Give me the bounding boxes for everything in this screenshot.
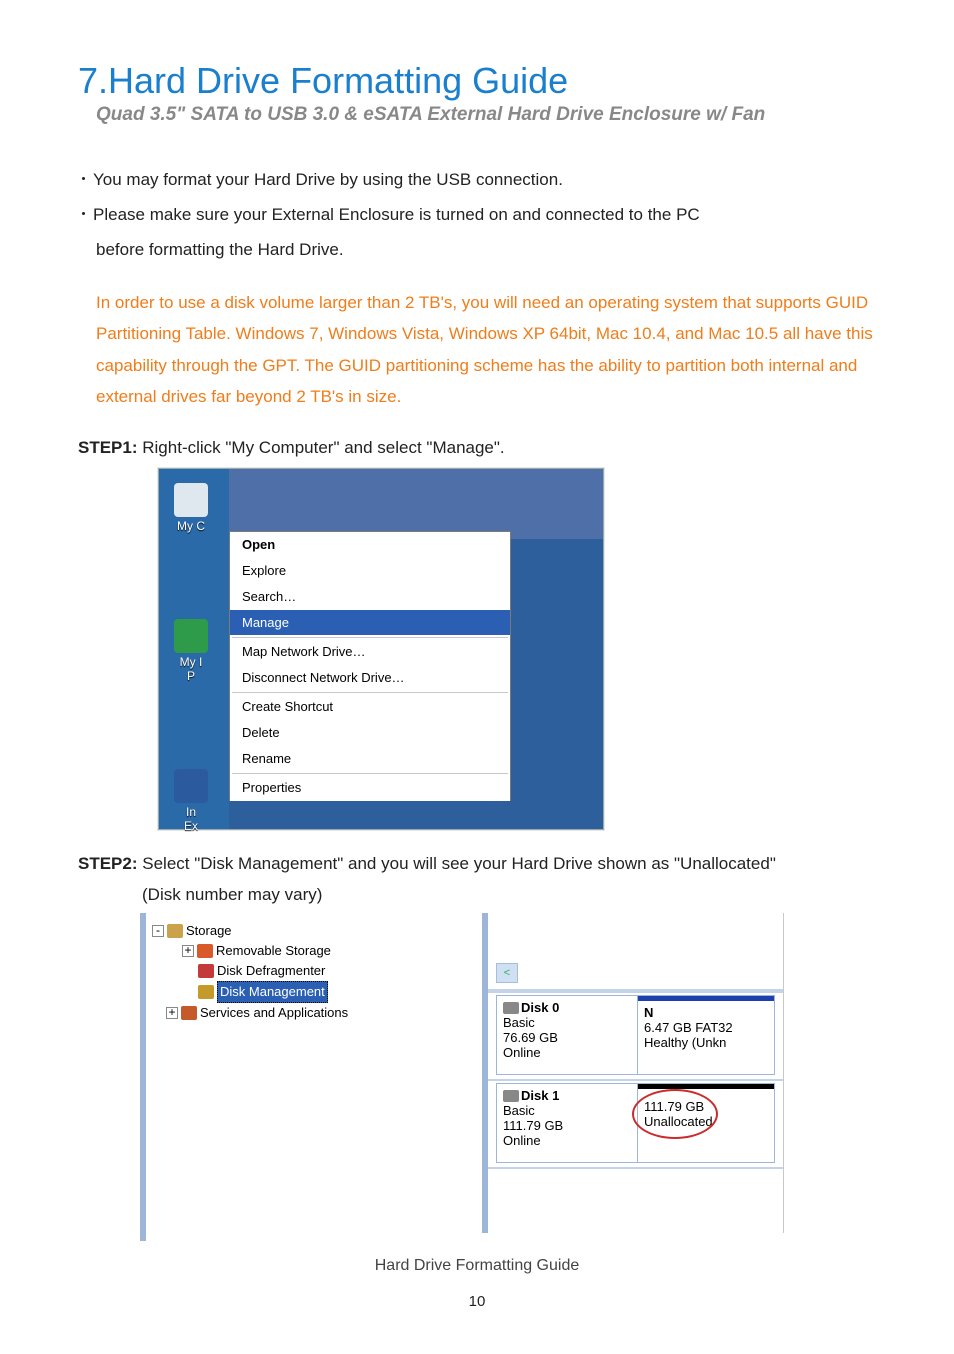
disk-icon [503, 1002, 519, 1014]
highlight-circle-icon [632, 1089, 718, 1139]
step2-continuation: (Disk number may vary) [142, 885, 876, 905]
bullet-dot-icon [82, 212, 85, 215]
disk1-title: Disk 1 [521, 1088, 559, 1103]
browser-icon [174, 769, 208, 803]
disk0-type: Basic [503, 1015, 631, 1030]
ie-icon[interactable]: In Ex [171, 769, 211, 833]
icon-label: In Ex [171, 805, 211, 833]
menu-separator [232, 773, 508, 774]
menu-delete[interactable]: Delete [230, 720, 510, 746]
tree-removable[interactable]: + Removable Storage [152, 941, 464, 961]
icon-label: My I P [171, 655, 211, 683]
disk-icon [503, 1090, 519, 1102]
services-icon [181, 1006, 197, 1020]
scroll-left-button[interactable]: < [496, 963, 518, 983]
step1: STEP1: Right-click "My Computer" and sel… [78, 434, 876, 462]
my-documents-icon[interactable]: My I P [171, 619, 211, 683]
context-menu: Open Explore Search… Manage Map Network … [229, 531, 511, 801]
screenshot-row: - Storage + Removable Storage Disk Defra… [140, 913, 876, 1241]
disk1-header: Disk 1 Basic 111.79 GB Online [497, 1084, 638, 1162]
screenshot-context-menu: My C My I P In Ex Open Explore Search… M… [158, 468, 604, 830]
warning-paragraph: In order to use a disk volume larger tha… [96, 287, 876, 413]
volume-name: N [644, 1005, 653, 1020]
computer-icon [174, 483, 208, 517]
step2-text: Select "Disk Management" and you will se… [138, 854, 776, 873]
disk0-status: Online [503, 1045, 631, 1060]
menu-search[interactable]: Search… [230, 584, 510, 610]
removable-icon [197, 944, 213, 958]
screenshot-disk-panel: < Disk 0 Basic 76.69 GB Online N 6.47 GB… [482, 913, 784, 1233]
menu-open[interactable]: Open [230, 532, 510, 558]
bullet-dot-icon [82, 177, 85, 180]
menu-separator [232, 637, 508, 638]
tree-label: Disk Defragmenter [217, 961, 325, 981]
document-page: 7.Hard Drive Formatting Guide Quad 3.5" … [0, 0, 954, 1354]
menu-disconnect-drive[interactable]: Disconnect Network Drive… [230, 665, 510, 691]
disk0-partition[interactable]: N 6.47 GB FAT32 Healthy (Unkn [638, 996, 774, 1074]
bullet-text: You may format your Hard Drive by using … [93, 166, 563, 195]
tree-services[interactable]: + Services and Applications [152, 1003, 464, 1023]
disk0-row[interactable]: Disk 0 Basic 76.69 GB Online N 6.47 GB F… [496, 995, 775, 1075]
tree-storage[interactable]: - Storage [152, 921, 464, 941]
panel-divider [488, 1079, 783, 1081]
footer-title: Hard Drive Formatting Guide [78, 1257, 876, 1275]
volume-status: Healthy (Unkn [644, 1035, 726, 1050]
step2-label: STEP2: [78, 854, 138, 873]
expand-icon[interactable]: + [166, 1007, 178, 1019]
step1-text: Right-click "My Computer" and select "Ma… [138, 438, 505, 457]
tree-label: Removable Storage [216, 941, 331, 961]
menu-manage[interactable]: Manage [230, 610, 510, 636]
menu-create-shortcut[interactable]: Create Shortcut [230, 694, 510, 720]
bullet-item: You may format your Hard Drive by using … [78, 166, 876, 195]
defrag-icon [198, 964, 214, 978]
icon-label: My C [177, 519, 205, 533]
disk0-volumes: N 6.47 GB FAT32 Healthy (Unkn [638, 996, 774, 1074]
tree-label-selected: Disk Management [217, 981, 328, 1003]
screenshot-tree: - Storage + Removable Storage Disk Defra… [140, 913, 464, 1241]
tree-disk-management[interactable]: Disk Management [152, 981, 464, 1003]
disk0-size: 76.69 GB [503, 1030, 631, 1045]
page-title: 7.Hard Drive Formatting Guide [78, 60, 876, 102]
bullet-item: Please make sure your External Enclosure… [78, 201, 876, 230]
page-subtitle: Quad 3.5" SATA to USB 3.0 & eSATA Extern… [96, 104, 876, 126]
disk0-title: Disk 0 [521, 1000, 559, 1015]
expand-icon[interactable]: + [182, 945, 194, 957]
disk0-header: Disk 0 Basic 76.69 GB Online [497, 996, 638, 1074]
bullet-continuation: before formatting the Hard Drive. [96, 236, 876, 265]
desktop-background: My C My I P In Ex [159, 469, 229, 829]
panel-divider [488, 989, 783, 993]
disk1-size: 111.79 GB [503, 1118, 631, 1133]
storage-icon [167, 924, 183, 938]
panel-divider [488, 1167, 783, 1169]
my-computer-icon[interactable]: My C [171, 483, 211, 533]
chevron-left-icon: < [504, 967, 510, 979]
tree-label: Services and Applications [200, 1003, 348, 1023]
tree-defrag[interactable]: Disk Defragmenter [152, 961, 464, 981]
volume-size: 6.47 GB FAT32 [644, 1020, 733, 1035]
menu-map-drive[interactable]: Map Network Drive… [230, 639, 510, 665]
disk1-type: Basic [503, 1103, 631, 1118]
menu-separator [232, 692, 508, 693]
menu-explore[interactable]: Explore [230, 558, 510, 584]
disk1-unallocated[interactable]: 111.79 GB Unallocated [638, 1084, 774, 1162]
disk1-status: Online [503, 1133, 631, 1148]
menu-rename[interactable]: Rename [230, 746, 510, 772]
step2: STEP2: Select "Disk Management" and you … [78, 850, 876, 878]
disk-mgmt-icon [198, 985, 214, 999]
folder-icon [174, 619, 208, 653]
disk1-row[interactable]: Disk 1 Basic 111.79 GB Online 111.79 GB … [496, 1083, 775, 1163]
bullet-text: Please make sure your External Enclosure… [93, 201, 700, 230]
disk1-volumes: 111.79 GB Unallocated [638, 1084, 774, 1162]
page-number: 10 [78, 1293, 876, 1310]
step1-label: STEP1: [78, 438, 138, 457]
collapse-icon[interactable]: - [152, 925, 164, 937]
tree-label: Storage [186, 921, 232, 941]
menu-properties[interactable]: Properties [230, 775, 510, 801]
